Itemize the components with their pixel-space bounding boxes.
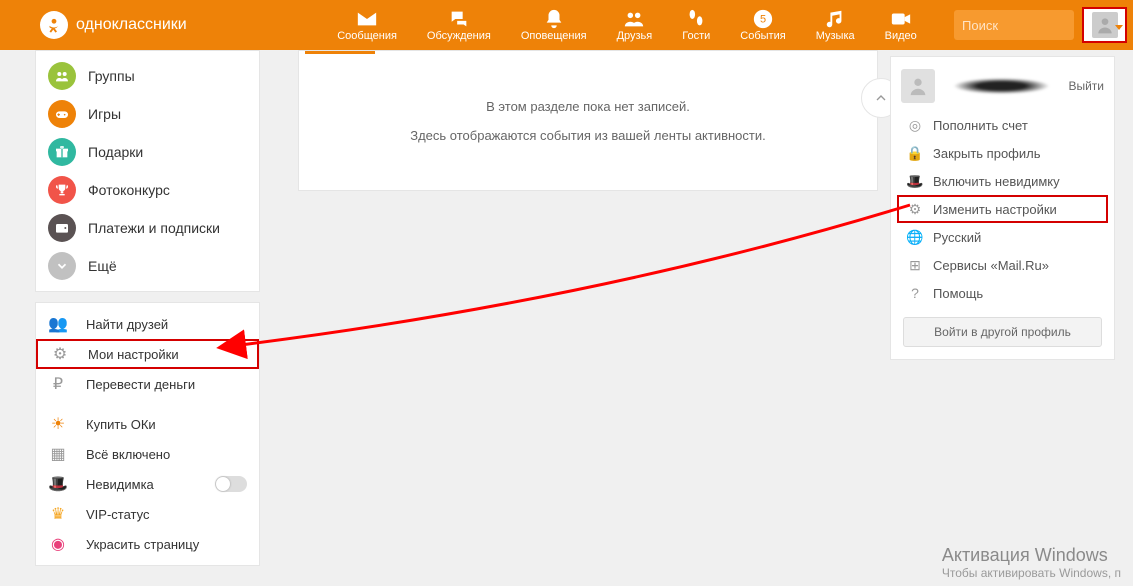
chat-icon [448,8,470,30]
sidebar-item-groups[interactable]: Группы [36,57,259,95]
nav-notifications[interactable]: Оповещения [521,8,587,42]
hat-icon: 🎩 [907,173,923,189]
avatar-icon [1092,12,1118,38]
dropdown-header: Выйти [891,65,1114,111]
sidebar-item-transfer[interactable]: ₽Перевести деньги [36,369,259,399]
empty-line-1: В этом разделе пока нет записей. [319,93,857,122]
nav-discussions[interactable]: Обсуждения [427,8,491,42]
empty-line-2: Здесь отображаются события из вашей лент… [319,122,857,151]
gift-icon [48,138,76,166]
dropdown-mailru[interactable]: ⊞Сервисы «Mail.Ru» [891,251,1114,279]
groups-icon [48,62,76,90]
username-redacted [941,79,1062,93]
caret-down-icon [1115,25,1123,30]
trophy-icon [48,176,76,204]
dropdown-close-profile[interactable]: 🔒Закрыть профиль [891,139,1114,167]
hat-icon: 🎩 [48,474,68,494]
dropdown-topup[interactable]: ◎Пополнить счет [891,111,1114,139]
bell-icon [543,8,565,30]
sidebar-item-vip[interactable]: ♛VIP-статус [36,499,259,529]
sidebar-item-invisible[interactable]: 🎩Невидимка [36,469,259,499]
nav-events[interactable]: 5События [740,8,785,42]
sidebar-item-buy-ok[interactable]: ☀Купить ОКи [36,409,259,439]
music-icon [824,8,846,30]
sidebar-item-payments[interactable]: Платежи и подписки [36,209,259,247]
coin-icon: ☀ [48,414,68,434]
dropdown-help[interactable]: ?Помощь [891,279,1114,307]
avatar-icon [901,69,935,103]
chevron-down-icon [48,252,76,280]
gear-icon: ⚙ [50,344,70,364]
footsteps-icon [685,8,707,30]
sidebar-item-all-inclusive[interactable]: ▦Всё включено [36,439,259,469]
sidebar-item-gifts[interactable]: Подарки [36,133,259,171]
wallet-icon [48,214,76,242]
nav-guests[interactable]: Гости [682,8,710,42]
sidebar-item-my-settings[interactable]: ⚙Мои настройки [36,339,259,369]
sidebar-panel-main: Группы Игры Подарки Фотоконкурс Платежи … [35,50,260,292]
logout-link[interactable]: Выйти [1068,79,1104,93]
nav-music[interactable]: Музыка [816,8,855,42]
topbar: одноклассники Сообщения Обсуждения Опове… [0,0,1133,50]
lock-icon: 🔒 [907,145,923,161]
profile-dropdown: Выйти ◎Пополнить счет 🔒Закрыть профиль 🎩… [890,56,1115,360]
sidebar-item-more[interactable]: Ещё [36,247,259,285]
envelope-icon [356,8,378,30]
nav-video[interactable]: Видео [885,8,917,42]
search-box[interactable] [954,10,1074,40]
login-other-profile-button[interactable]: Войти в другой профиль [903,317,1102,347]
sidebar-item-find-friends[interactable]: 👥Найти друзей [36,309,259,339]
svg-text:5: 5 [760,14,766,26]
globe-icon: 🌐 [907,229,923,245]
dropdown-invisible[interactable]: 🎩Включить невидимку [891,167,1114,195]
crown-icon: ♛ [48,504,68,524]
gear-icon: ⚙ [907,201,923,217]
palette-icon: ◉ [48,534,68,554]
top-nav: Сообщения Обсуждения Оповещения Друзья Г… [300,8,954,42]
friends-icon [623,8,645,30]
logo[interactable]: одноклассники [0,11,300,39]
nav-friends[interactable]: Друзья [617,8,653,42]
sidebar-item-games[interactable]: Игры [36,95,259,133]
help-icon: ? [907,285,923,301]
games-icon [48,100,76,128]
people-icon: 👥 [48,314,68,334]
sidebar-panel-secondary: 👥Найти друзей ⚙Мои настройки ₽Перевести … [35,302,260,566]
sidebar-item-photocontest[interactable]: Фотоконкурс [36,171,259,209]
content-tabbar [298,50,878,58]
sidebar-item-decorate[interactable]: ◉Украсить страницу [36,529,259,559]
profile-menu-trigger[interactable] [1082,7,1127,43]
services-icon: ⊞ [907,257,923,273]
main-content: В этом разделе пока нет записей. Здесь о… [298,50,878,191]
ok-logo-icon [40,11,68,39]
coin-icon: ◎ [907,117,923,133]
grid-icon: ▦ [48,444,68,464]
nav-messages[interactable]: Сообщения [337,8,397,42]
dropdown-language[interactable]: 🌐Русский [891,223,1114,251]
left-sidebar: Группы Игры Подарки Фотоконкурс Платежи … [35,50,260,576]
empty-state-panel: В этом разделе пока нет записей. Здесь о… [298,58,878,191]
invisible-toggle[interactable] [215,476,247,492]
windows-activation-watermark: Активация Windows Чтобы активировать Win… [942,545,1121,580]
events-icon: 5 [752,8,774,30]
video-icon [890,8,912,30]
ruble-icon: ₽ [48,374,68,394]
brand-text: одноклассники [76,16,187,34]
dropdown-change-settings[interactable]: ⚙Изменить настройки [897,195,1108,223]
